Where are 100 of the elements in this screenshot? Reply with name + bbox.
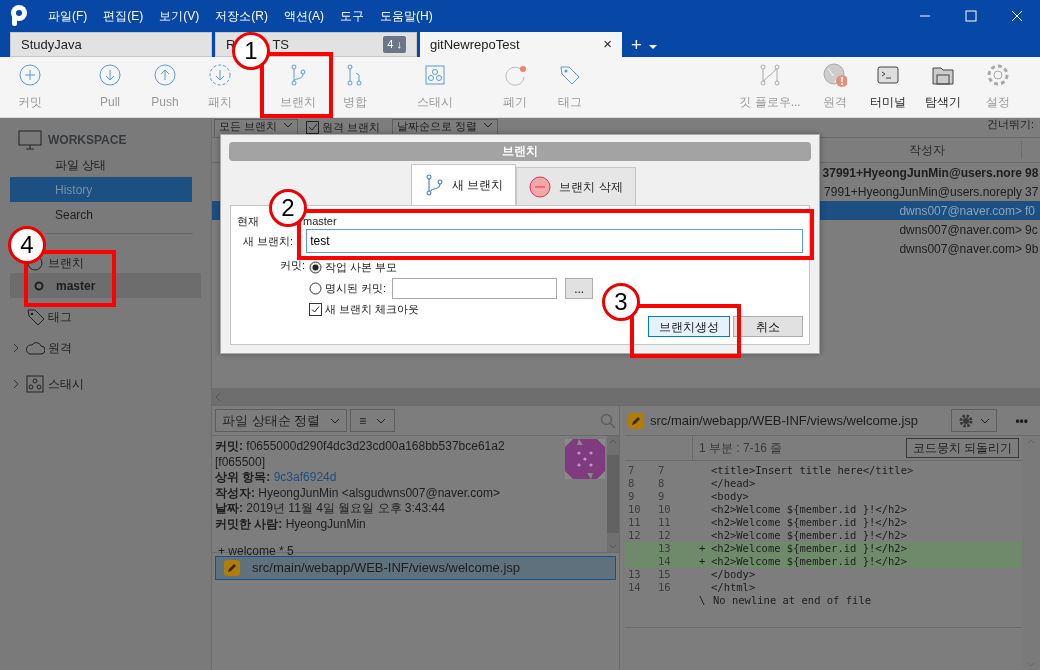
new-tab-button[interactable]: +	[631, 35, 642, 54]
diff-marker: +	[698, 542, 707, 555]
field-label: 커밋:	[278, 258, 306, 273]
toolbar-button[interactable]: 설정	[971, 62, 1025, 112]
parent-link[interactable]: 9c3af6924d	[273, 470, 337, 484]
more-button[interactable]: •••	[1015, 411, 1028, 430]
terminal-icon	[876, 63, 900, 87]
sidebar-section[interactable]: 태그	[48, 307, 72, 326]
menu-item[interactable]: 보기(V)	[151, 7, 208, 25]
toolbar-button[interactable]: 태그	[543, 62, 597, 112]
menu-item[interactable]: 액션(A)	[276, 7, 332, 25]
file-path: src/main/webapp/WEB-INF/views/welcome.jsp	[650, 411, 920, 430]
section-header: WORKSPACE	[48, 131, 127, 149]
flow-icon	[758, 63, 782, 87]
menu-item[interactable]: 파일(F)	[40, 7, 96, 25]
revert-hunk-button[interactable]: 코드뭉치 되돌리기	[905, 438, 1019, 458]
sidebar-item[interactable]: History	[10, 177, 192, 202]
detail-line: 커밋한 사람: HyeongJunMin	[215, 516, 367, 532]
sidebar-section[interactable]: 브랜치	[48, 254, 84, 272]
count-badge: 4 ↓	[383, 36, 406, 53]
sidebar-section[interactable]: 원격	[48, 339, 72, 357]
menu-item[interactable]: 편집(E)	[95, 7, 152, 25]
dialog-tab[interactable]: 새 브랜치	[411, 164, 517, 205]
table-cell-text: f0	[1025, 202, 1035, 220]
line-number: 16	[657, 581, 672, 594]
dialog-button[interactable]: 취소	[733, 316, 803, 337]
search-icon[interactable]	[600, 412, 616, 429]
table-cell-text: dwns007@naver.com>	[898, 221, 1022, 239]
detail-line: 작성자: HyeongJunMin <alsgudwns007@naver.com>	[215, 485, 501, 501]
radio-option[interactable]: 작업 사본 부모	[309, 259, 398, 276]
line-number: 9	[627, 490, 636, 503]
checkbox[interactable]: 원격 브랜치	[306, 121, 381, 137]
dialog-tab[interactable]: 브랜치 삭제	[516, 167, 636, 205]
avatar-icon	[565, 439, 605, 479]
sidebar-item[interactable]: 파일 상태	[10, 152, 192, 177]
line-number: 11	[657, 516, 672, 529]
menu-item[interactable]: 저장소(R)	[207, 7, 276, 25]
toolbar-button[interactable]: 원격	[808, 62, 862, 112]
line-number: 7	[627, 464, 636, 477]
line-number: 12	[627, 529, 642, 542]
settings-icon	[986, 63, 1010, 87]
line-number: 13	[627, 568, 642, 581]
view-dropdown[interactable]: ≡	[350, 409, 396, 432]
scrollbar-thumb[interactable]	[607, 455, 619, 533]
code-line: <h2>Welcome ${member.id }!</h2>	[711, 555, 907, 568]
table-cell-text: 9c	[1025, 221, 1038, 239]
toolbar-button[interactable]: 터미널	[861, 62, 915, 112]
pencil-icon	[224, 560, 240, 576]
line-number: 10	[657, 503, 672, 516]
commit-input[interactable]	[392, 278, 558, 299]
toolbar-button[interactable]: 브랜치	[271, 62, 325, 112]
checkbox-icon	[309, 302, 322, 316]
line-number: 10	[627, 503, 642, 516]
table-cell-text: dwns007@naver.com>	[898, 240, 1022, 258]
line-number: 9	[657, 490, 666, 503]
detail-line: 날짜: 2019년 11월 4일 월요일 오후 3:43:44	[215, 501, 446, 517]
toolbar-button[interactable]: Pull	[83, 62, 137, 112]
code-line: </head>	[711, 477, 756, 490]
menu-item[interactable]: 도움말(H)	[372, 7, 441, 25]
toolbar-button[interactable]: 폐기	[488, 62, 542, 112]
stash-icon	[423, 63, 447, 87]
line-number: 14	[657, 555, 672, 568]
table-cell-text: 9b	[1025, 240, 1039, 258]
tab[interactable]: StudyJava	[10, 32, 212, 57]
sidebar-item[interactable]: Search	[10, 202, 192, 227]
radio-option[interactable]: 명시된 커밋:	[309, 280, 387, 297]
stash-icon	[25, 374, 45, 394]
toolbar-button[interactable]: 병합	[328, 62, 382, 112]
menu-item[interactable]: 도구	[332, 7, 372, 25]
plus-circle-icon	[18, 63, 42, 87]
code-line: </body>	[711, 568, 756, 581]
table-cell-text: 98	[1025, 164, 1039, 182]
table-cell-text: 7991+HyeongJunMin@users.noreply	[823, 183, 1022, 201]
line-number: 14	[627, 581, 642, 594]
toolbar-button[interactable]: 커밋	[3, 62, 57, 112]
tab[interactable]: gitNewrepoTest ×	[420, 32, 622, 57]
toolbar-button[interactable]: 스태시	[408, 62, 462, 112]
sidebar-item[interactable]: master	[56, 276, 96, 295]
browse-button[interactable]: ...	[565, 278, 594, 299]
line-number: 11	[627, 516, 642, 529]
checkbox[interactable]: 새 브랜치 체크아웃	[309, 299, 420, 319]
close-button[interactable]: ×	[603, 33, 612, 56]
toolbar-button[interactable]: 탐색기	[916, 62, 970, 112]
tab-label: TS	[272, 35, 289, 54]
line-number: 7	[657, 464, 666, 477]
dialog-button[interactable]: 브랜치생성	[648, 316, 730, 337]
branch-name-input[interactable]: test	[306, 229, 803, 253]
sidebar-section[interactable]: 스태시	[48, 375, 84, 393]
settings-dropdown[interactable]	[951, 409, 998, 432]
refresh-icon	[503, 63, 527, 87]
toolbar-button[interactable]: Push	[138, 62, 192, 112]
code-line: No newline at end of file	[713, 594, 872, 607]
code-line: <h2>Welcome ${member.id }!</h2>	[711, 529, 907, 542]
detail-line: 상위 항목: 9c3af6924d	[215, 470, 338, 486]
file-row[interactable]: src/main/webapp/WEB-INF/views/welcome.jsp	[215, 556, 616, 580]
diff-marker: \	[698, 594, 707, 607]
detail-line: [f065500]	[215, 454, 267, 470]
checkbox-icon	[306, 121, 320, 134]
monitor-icon	[18, 129, 42, 150]
sort-dropdown[interactable]: 파일 상태순 정렬	[215, 409, 348, 432]
